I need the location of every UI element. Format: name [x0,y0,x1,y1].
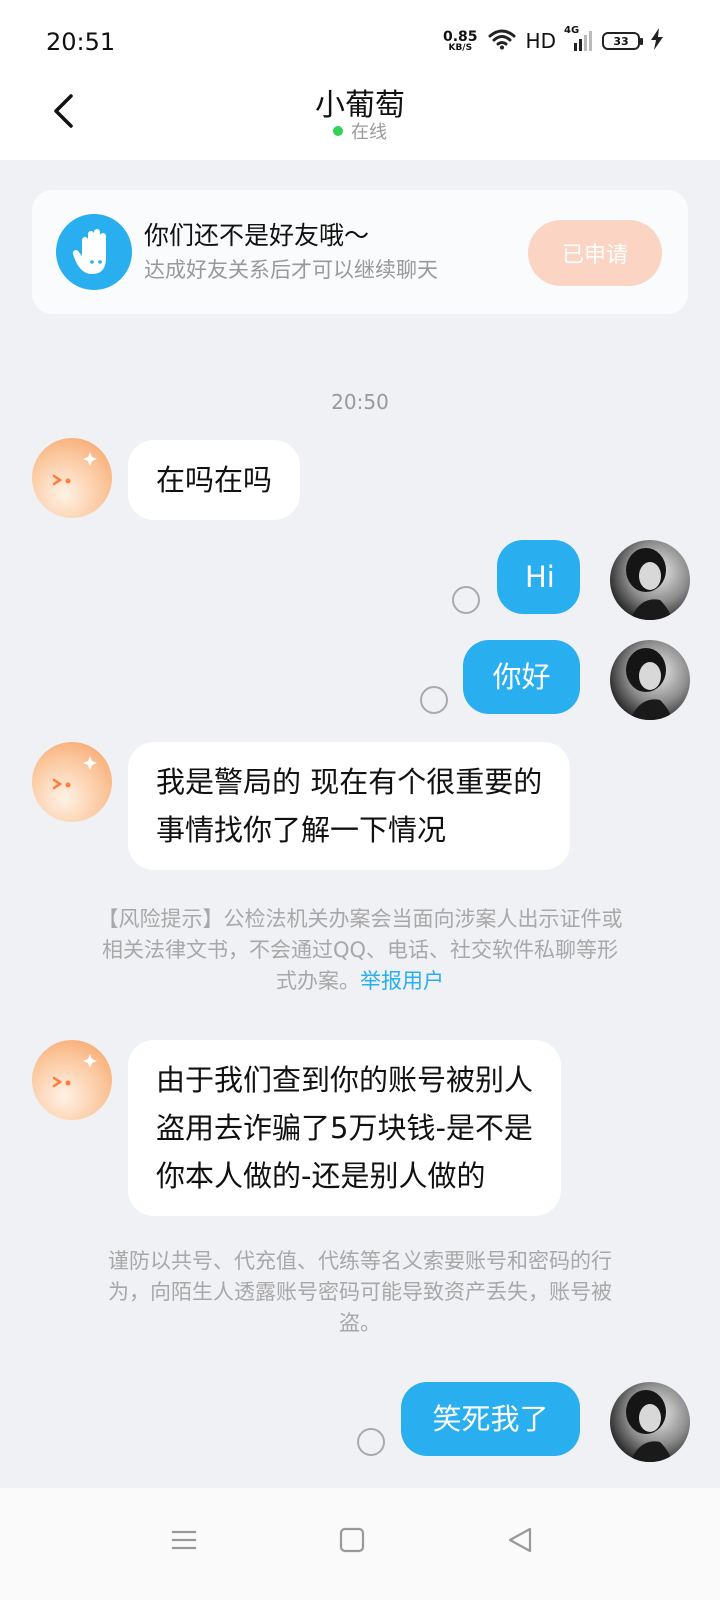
charging-icon [650,28,664,54]
status-indicators: 0.85 KB/S HD 4G 33 [443,25,664,56]
notice-line: 【风险提示】公检法机关办案会当面向涉案人出示证件或 [97,907,623,931]
message-bubble-received[interactable]: 在吗在吗 [128,440,301,520]
battery-icon: 33 [602,32,643,50]
message-line: 我是警局的 现在有个很重要的 [156,765,543,799]
message-line: 你本人做的-还是别人做的 [156,1159,486,1193]
status-time: 20:51 [46,28,116,56]
user-avatar[interactable] [610,1382,690,1462]
net-speed-value: 0.85 [443,28,478,45]
notice-line: 为，向陌生人透露账号密码可能导致资产丢失，账号被 [108,1280,612,1304]
notice-line: 相关法律文书，不会通过QQ、电话、社交软件私聊等形 [101,938,619,962]
report-user-link[interactable]: 举报用户 [360,969,444,993]
notice-line-last: 式办案。举报用户 [60,966,660,997]
message-bubble-received[interactable]: 由于我们查到你的账号被别人 盗用去诈骗了5万块钱-是不是 你本人做的-还是别人做… [128,1040,562,1216]
notice-line-text: 式办案。 [276,969,360,993]
back-nav-button[interactable] [490,1512,550,1572]
notice-line: 盗。 [339,1311,381,1335]
account-safety-notice: 谨防以共号、代充值、代练等名义索要账号和密码的行 为，向陌生人透露账号密码可能导… [60,1246,660,1339]
online-dot-icon [333,126,343,136]
contact-avatar[interactable] [32,1040,112,1120]
message-timestamp: 20:50 [331,390,389,414]
back-triangle-icon [506,1526,534,1558]
message-line: 由于我们查到你的账号被别人 [156,1063,534,1097]
contact-avatar[interactable] [32,438,112,518]
chat-header: 小葡萄 在线 [0,80,720,160]
message-bubble-sent[interactable]: 笑死我了 [401,1382,580,1456]
net-speed: 0.85 KB/S [443,30,478,53]
hd-label: HD [525,29,556,53]
online-status-label: 在线 [351,122,387,143]
user-avatar[interactable] [610,640,690,720]
message-line: 事情找你了解一下情况 [156,813,447,847]
network-type-label: 4G [564,25,580,36]
message-bubble-sent[interactable]: 你好 [463,640,580,714]
message-line: 盗用去诈骗了5万块钱-是不是 [156,1111,533,1145]
hand-wave-icon [56,214,132,290]
friend-card-title: 你们还不是好友哦～ [144,221,370,250]
home-button[interactable] [322,1512,382,1572]
friend-card-subtitle: 达成好友关系后才可以继续聊天 [144,258,438,282]
applied-button[interactable]: 已申请 [528,220,662,286]
friend-request-card: 你们还不是好友哦～ 达成好友关系后才可以继续聊天 已申请 [32,190,688,314]
battery-level: 33 [613,34,629,48]
online-status: 在线 [0,118,720,144]
signal-icon: 4G [564,25,592,51]
system-nav-bar [0,1488,720,1600]
message-bubble-received[interactable]: 我是警局的 现在有个很重要的 事情找你了解一下情况 [128,742,571,870]
net-speed-unit: KB/S [448,42,473,53]
menu-button[interactable] [154,1512,214,1572]
unread-status-icon [420,686,448,714]
message-bubble-sent[interactable]: Hi [497,540,580,614]
user-avatar[interactable] [610,540,690,620]
contact-avatar[interactable] [32,742,112,822]
home-square-icon [339,1527,365,1557]
status-bar: 20:51 0.85 KB/S HD 4G 33 [0,0,720,80]
risk-warning-notice: 【风险提示】公检法机关办案会当面向涉案人出示证件或 相关法律文书，不会通过QQ、… [60,904,660,997]
notice-line: 谨防以共号、代充值、代练等名义索要账号和密码的行 [108,1249,612,1273]
unread-status-icon [357,1428,385,1456]
unread-status-icon [452,586,480,614]
wifi-icon [488,28,516,54]
menu-icon [170,1528,198,1556]
